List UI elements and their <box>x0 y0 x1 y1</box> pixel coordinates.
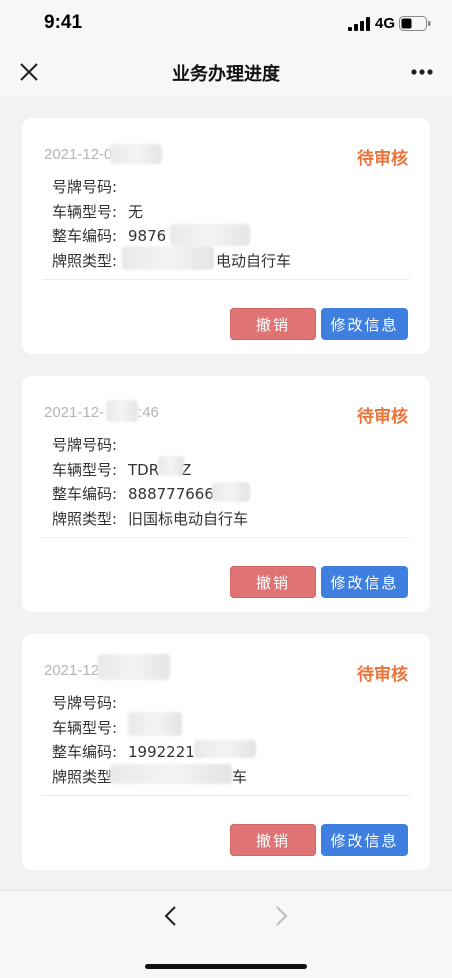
edit-info-button[interactable]: 修改信息 <box>321 308 408 340</box>
bottom-nav-bar <box>0 890 452 978</box>
vehicle-model-label: 车辆型号: <box>52 719 118 737</box>
vehicle-code-label: 整车编码: <box>52 485 118 503</box>
vehicle-code-label: 整车编码: <box>52 743 118 761</box>
redaction-mosaic <box>98 654 170 680</box>
battery-icon <box>399 16 431 31</box>
cancel-button[interactable]: 撤销 <box>230 308 316 340</box>
vehicle-model-label: 车辆型号: <box>52 203 118 221</box>
more-icon[interactable] <box>410 68 434 76</box>
vehicle-model-value: TDR <box>128 461 160 479</box>
vehicle-model-value: 无 <box>128 203 144 221</box>
vehicle-model-row: 车辆型号: 无 <box>52 201 143 222</box>
status-badge: 待审核 <box>357 407 408 427</box>
status-badge: 待审核 <box>357 149 408 169</box>
redaction-mosaic <box>194 740 256 758</box>
plate-number-row: 号牌号码: <box>52 434 128 455</box>
redaction-mosaic <box>106 400 138 422</box>
status-bar: 9:41 4G <box>0 0 452 48</box>
plate-type-row: 牌照类型: 旧国标电动自行车 <box>52 508 248 529</box>
redaction-mosaic <box>110 144 162 164</box>
plate-number-label: 号牌号码: <box>52 694 118 712</box>
vehicle-code-value: 9876 <box>128 227 167 245</box>
nav-bar: 业务办理进度 <box>0 48 452 96</box>
vehicle-code-label: 整车编码: <box>52 227 118 245</box>
application-date: 2021-12 <box>44 662 100 679</box>
vehicle-model-label: 车辆型号: <box>52 461 118 479</box>
edit-info-button[interactable]: 修改信息 <box>321 566 408 598</box>
plate-type-label: 牌照类型: <box>52 510 118 528</box>
divider <box>42 537 410 538</box>
edit-info-button[interactable]: 修改信息 <box>321 824 408 856</box>
signal-icon <box>348 17 370 31</box>
plate-number-row: 号牌号码: <box>52 176 128 197</box>
plate-type-value: 电动自行车 <box>216 252 292 270</box>
plate-type-value: 旧国标电动自行车 <box>128 510 249 528</box>
plate-number-row: 号牌号码: <box>52 692 128 713</box>
vehicle-code-row: 整车编码: 19922218 <box>52 741 204 762</box>
plate-type-value: 车 <box>232 768 248 786</box>
home-indicator <box>145 964 307 969</box>
chevron-left-icon[interactable] <box>162 905 180 927</box>
network-label: 4G <box>375 15 396 32</box>
application-card: 2021-12-0 待审核 号牌号码: 车辆型号: 无 整车编码: 9876 牌照类… <box>22 118 430 354</box>
application-card: 2021-12 待审核 号牌号码: 车辆型号: 整车编码: 19922218 牌照… <box>22 634 430 870</box>
page-title: 业务办理进度 <box>172 64 280 85</box>
divider <box>42 795 410 796</box>
vehicle-code-row: 整车编码: 888777666 <box>52 483 214 504</box>
divider <box>42 279 410 280</box>
cancel-button[interactable]: 撤销 <box>230 824 316 856</box>
redaction-mosaic <box>170 224 250 246</box>
plate-number-label: 号牌号码: <box>52 436 118 454</box>
vehicle-code-row: 整车编码: 9876 <box>52 225 166 246</box>
chevron-right-icon[interactable] <box>272 905 290 927</box>
redaction-mosaic <box>212 482 250 502</box>
vehicle-model-row: 车辆型号: <box>52 717 128 738</box>
redaction-mosaic <box>110 764 232 784</box>
plate-type-label: 牌照类型: <box>52 252 118 270</box>
vehicle-code-value: 19922218 <box>128 743 205 761</box>
application-date: 2021-12-:46 <box>44 404 159 421</box>
redaction-mosaic <box>122 246 214 270</box>
redaction-mosaic <box>128 712 182 736</box>
cancel-button[interactable]: 撤销 <box>230 566 316 598</box>
redaction-mosaic <box>158 456 184 476</box>
application-date: 2021-12-0 <box>44 146 113 163</box>
status-time: 9:41 <box>44 12 83 33</box>
plate-number-label: 号牌号码: <box>52 178 118 196</box>
status-badge: 待审核 <box>357 665 408 685</box>
application-card: 2021-12-:46 待审核 号牌号码: 车辆型号: TDR Z 整车编码: 888… <box>22 376 430 612</box>
vehicle-code-value: 888777666 <box>128 485 214 503</box>
